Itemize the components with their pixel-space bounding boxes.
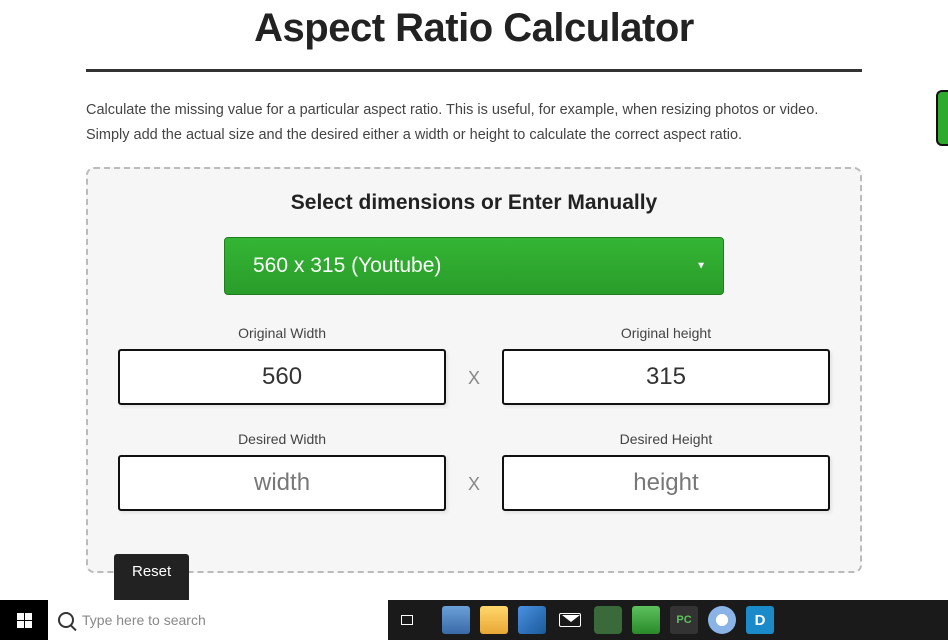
taskbar-app-icon[interactable] (518, 606, 546, 634)
taskbar-search[interactable]: Type here to search (48, 600, 388, 640)
original-width-input[interactable] (118, 349, 446, 405)
desired-width-input[interactable] (118, 455, 446, 511)
original-height-input[interactable] (502, 349, 830, 405)
task-view-icon (401, 615, 413, 625)
dimension-separator: X (464, 474, 484, 495)
desired-width-group: Desired Width (118, 431, 446, 511)
preset-select-row: 560 x 315 (Youtube) ▼ (118, 237, 830, 295)
taskbar-app-icon[interactable] (442, 606, 470, 634)
page-title: Aspect Ratio Calculator (86, 0, 862, 69)
calculator-panel: Select dimensions or Enter Manually 560 … (86, 167, 862, 573)
taskbar-app-icon[interactable]: D (746, 606, 774, 634)
file-explorer-icon[interactable] (480, 606, 508, 634)
taskbar-pinned-apps: PC D (426, 606, 790, 634)
desired-height-label: Desired Height (620, 431, 713, 447)
reset-button[interactable]: Reset (114, 554, 189, 600)
original-height-label: Original height (621, 325, 711, 341)
taskbar: Type here to search PC D (0, 600, 948, 640)
original-width-group: Original Width (118, 325, 446, 405)
page-content: Aspect Ratio Calculator Calculate the mi… (0, 0, 948, 573)
browser-icon[interactable] (708, 606, 736, 634)
start-button[interactable] (0, 600, 48, 640)
task-view-button[interactable] (388, 600, 426, 640)
side-feedback-tab[interactable] (936, 90, 948, 146)
dimension-separator: X (464, 368, 484, 389)
title-underline (86, 69, 862, 72)
original-dimensions-row: Original Width X Original height (118, 325, 830, 405)
original-height-group: Original height (502, 325, 830, 405)
panel-heading: Select dimensions or Enter Manually (118, 191, 830, 215)
taskbar-app-icon[interactable] (632, 606, 660, 634)
preset-select-container: 560 x 315 (Youtube) ▼ (224, 237, 724, 295)
taskbar-search-placeholder: Type here to search (82, 612, 206, 628)
desired-dimensions-row: Desired Width X Desired Height (118, 431, 830, 511)
search-icon (58, 612, 74, 628)
page-description: Calculate the missing value for a partic… (86, 98, 862, 149)
taskbar-app-icon[interactable] (594, 606, 622, 634)
desired-height-input[interactable] (502, 455, 830, 511)
windows-icon (17, 613, 32, 628)
taskbar-app-icon[interactable]: PC (670, 606, 698, 634)
mail-icon[interactable] (556, 606, 584, 634)
desired-width-label: Desired Width (238, 431, 326, 447)
preset-dimensions-select[interactable]: 560 x 315 (Youtube) (224, 237, 724, 295)
desired-height-group: Desired Height (502, 431, 830, 511)
original-width-label: Original Width (238, 325, 326, 341)
